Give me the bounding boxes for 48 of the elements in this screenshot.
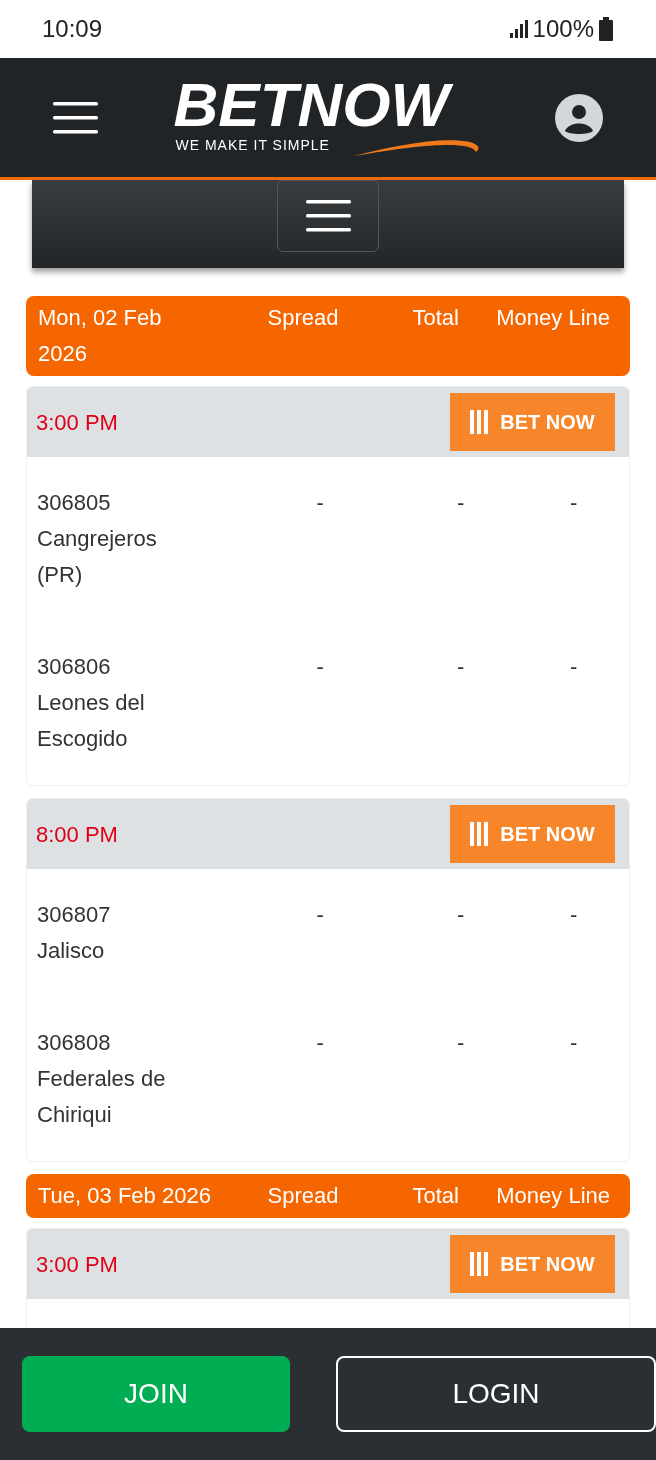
column-header: Spread bbox=[266, 1182, 340, 1210]
odds-value: - bbox=[455, 901, 466, 929]
bet-now-button[interactable]: BET NOW bbox=[450, 393, 615, 451]
team-number: 306806 bbox=[37, 653, 112, 681]
column-header: Total bbox=[411, 304, 459, 332]
date-label: Mon, 02 Feb 2026 bbox=[38, 304, 163, 368]
odds-value: - bbox=[569, 653, 579, 681]
battery-icon bbox=[598, 17, 614, 41]
game-time: 3:00 PM bbox=[36, 1250, 118, 1279]
odds-value: - bbox=[569, 1029, 579, 1057]
odds-value: - bbox=[455, 489, 466, 517]
column-header: Total bbox=[411, 1182, 459, 1210]
team-name: Leones del Escogido bbox=[37, 689, 146, 753]
login-button[interactable]: LOGIN bbox=[336, 1356, 656, 1432]
join-button[interactable]: JOIN bbox=[22, 1356, 290, 1432]
signal-icon bbox=[508, 19, 529, 39]
team-number: 306808 bbox=[37, 1029, 112, 1057]
bars-icon bbox=[470, 822, 489, 846]
game-time: 3:00 PM bbox=[36, 408, 118, 437]
column-header: Money Line bbox=[495, 304, 611, 332]
column-header: Spread bbox=[266, 304, 340, 332]
bet-now-button[interactable]: BET NOW bbox=[450, 1235, 615, 1293]
odds-value: - bbox=[315, 1029, 325, 1057]
column-header: Money Line bbox=[495, 1182, 611, 1210]
odds-value: - bbox=[315, 489, 325, 517]
date-label: Tue, 03 Feb 2026 bbox=[38, 1182, 212, 1210]
odds-value: - bbox=[455, 1029, 466, 1057]
odds-value: - bbox=[315, 653, 325, 681]
logo-tagline: WE MAKE IT SIMPLE bbox=[175, 135, 330, 154]
bet-now-button[interactable]: BET NOW bbox=[450, 805, 615, 863]
menu-toggle-button[interactable] bbox=[277, 180, 379, 252]
menu-icon bbox=[305, 200, 351, 232]
status-time: 10:09 bbox=[42, 14, 103, 44]
team-name: Jalisco bbox=[37, 937, 106, 965]
odds-value: - bbox=[569, 901, 579, 929]
bars-icon bbox=[470, 1252, 489, 1276]
battery-percent: 100% bbox=[532, 14, 594, 44]
bars-icon bbox=[470, 410, 489, 434]
team-number: 306805 bbox=[37, 489, 112, 517]
game-time: 8:00 PM bbox=[36, 820, 118, 849]
team-name: Cangrejeros (PR) bbox=[37, 525, 158, 589]
odds-value: - bbox=[569, 489, 579, 517]
user-avatar-icon[interactable] bbox=[555, 93, 603, 142]
menu-icon[interactable] bbox=[53, 101, 98, 134]
team-name: Federales de Chiriqui bbox=[37, 1065, 167, 1129]
team-number: 306807 bbox=[37, 901, 112, 929]
odds-value: - bbox=[455, 653, 466, 681]
odds-value: - bbox=[315, 901, 325, 929]
